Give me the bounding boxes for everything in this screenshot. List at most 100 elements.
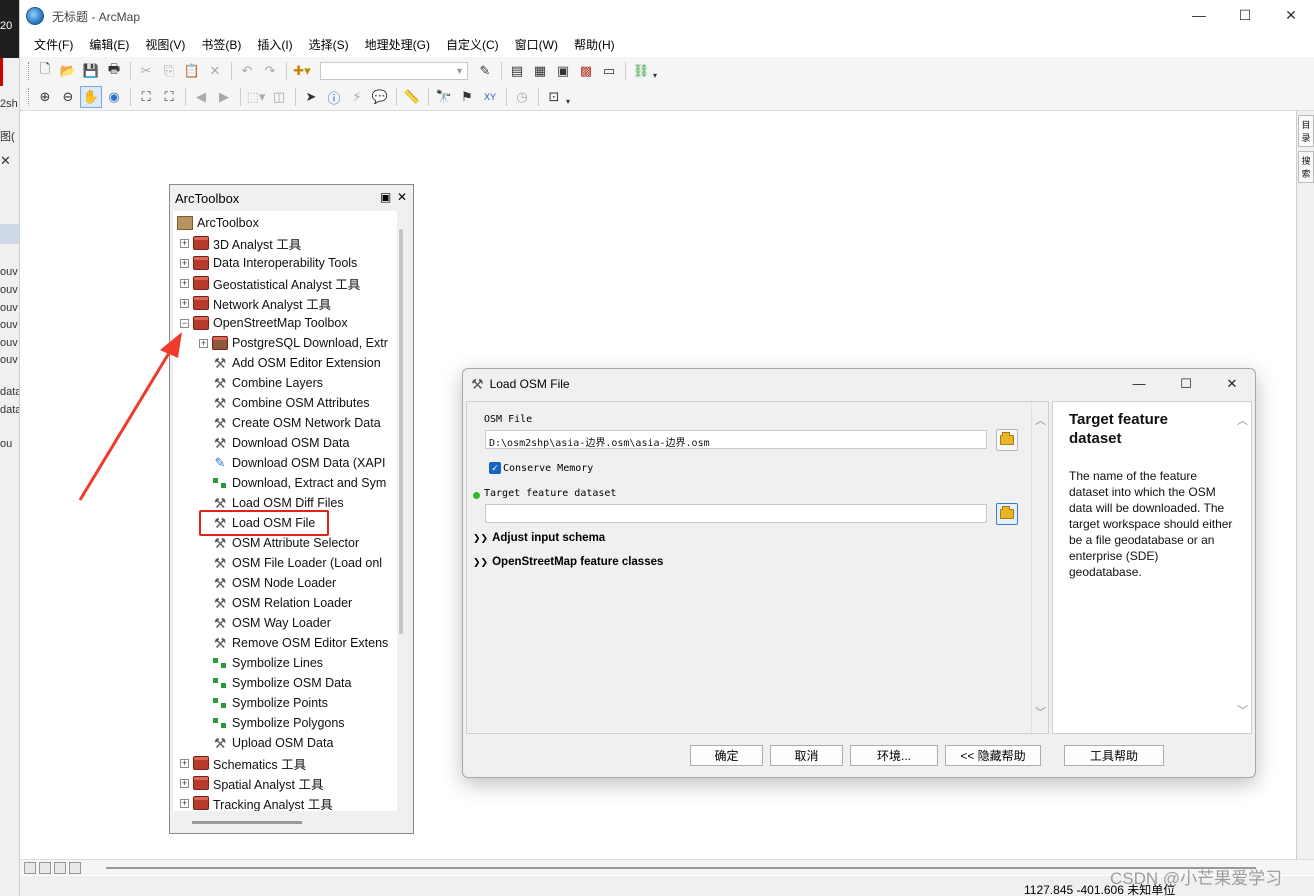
tree-item[interactable]: + Tracking Analyst 工具 [180,793,333,811]
help-scrollbar[interactable]: ︿ ﹀ [1234,402,1251,733]
expand-icon[interactable]: + [180,298,189,308]
pause-drawing-icon[interactable] [69,861,81,874]
scroll-up-icon[interactable]: ︿ [1035,412,1046,428]
tree-item[interactable]: + PostgreSQL Download, Extr [199,333,388,353]
tree-item[interactable]: ⚒ Combine OSM Attributes [199,393,370,413]
dialog-minimize-button[interactable]: — [1124,373,1154,395]
ok-button[interactable]: 确定 [690,745,763,766]
tree-vertical-scrollbar[interactable] [399,229,403,634]
menu-windows[interactable]: 窗口(W) [507,36,566,53]
menu-geoprocessing[interactable]: 地理处理(G) [357,36,438,53]
tree-item[interactable]: ⚒ Combine Layers [199,373,323,393]
expand-icon[interactable]: + [180,778,189,788]
html-popup-icon[interactable]: 💬 [369,86,391,108]
conserve-memory-checkbox[interactable]: ✓ [489,462,501,474]
zoom-in-icon[interactable]: ⊕ [34,86,56,108]
find-route-icon[interactable]: ⚑ [456,86,478,108]
tree-item[interactable]: ⚒ Add OSM Editor Extension [199,353,381,373]
tree-item[interactable]: ⚒ OSM Node Loader [199,573,337,593]
tree-item[interactable]: + Data Interoperability Tools [180,253,357,273]
cut-icon[interactable]: ✂ [135,60,157,82]
paste-icon[interactable]: 📋 [181,60,203,82]
forward-extent-icon[interactable]: ▶ [213,86,235,108]
toolbar-options-icon[interactable]: ▾ [653,62,663,80]
clear-selection-icon[interactable]: ◫ [268,86,290,108]
dialog-close-button[interactable]: ✕ [1217,373,1247,395]
undo-icon[interactable]: ↶ [236,60,258,82]
expand-icon[interactable]: + [180,238,189,248]
menu-selection[interactable]: 选择(S) [301,36,357,53]
tree-item[interactable]: +3D Analyst 工具 [180,233,301,253]
menu-view[interactable]: 视图(V) [137,36,193,53]
tree-item[interactable]: Symbolize Lines [199,653,323,673]
measure-icon[interactable]: 📏 [401,86,423,108]
find-icon[interactable]: 🔭 [433,86,455,108]
float-window-icon[interactable]: ▣ [380,190,391,204]
tree-item[interactable]: ⚒ Remove OSM Editor Extens [199,633,389,653]
menu-edit[interactable]: 编辑(E) [81,36,137,53]
scroll-up-icon[interactable]: ︿ [1237,412,1248,428]
new-document-icon[interactable]: 🗋 [34,60,56,82]
tree-item[interactable]: Symbolize OSM Data [199,673,351,693]
fixed-zoom-out-icon[interactable]: ⛶ [158,86,180,108]
tree-item[interactable]: ⚒ Upload OSM Data [199,733,334,753]
minimize-button[interactable]: — [1176,0,1222,30]
tree-item[interactable]: ⚒ OSM Relation Loader [199,593,352,613]
zoom-out-icon[interactable]: ⊖ [57,86,79,108]
full-extent-icon[interactable]: ◉ [103,86,125,108]
viewer-window-icon[interactable]: ⊡ [543,86,565,108]
osm-file-browse-button[interactable] [996,429,1018,451]
data-view-icon[interactable] [24,861,36,874]
tree-item[interactable]: ⚒ OSM Attribute Selector [199,533,359,553]
menu-insert[interactable]: 插入(I) [249,36,300,53]
select-features-icon[interactable]: ⬚▾ [245,86,267,108]
select-elements-icon[interactable]: ➤ [300,86,322,108]
menu-customize[interactable]: 自定义(C) [438,36,507,53]
print-icon[interactable]: 🖶 [103,60,125,82]
tree-item[interactable]: + Geostatistical Analyst 工具 [180,273,360,293]
search-tab[interactable]: 搜索 [1298,151,1314,183]
editor-toolbar-icon[interactable]: ✎ [474,60,496,82]
maximize-button[interactable]: ☐ [1222,0,1268,30]
fixed-zoom-in-icon[interactable]: ⛶ [135,86,157,108]
refresh-icon[interactable] [54,861,66,874]
tree-item[interactable]: Symbolize Polygons [199,713,345,733]
menu-file[interactable]: 文件(F) [26,36,81,53]
menu-help[interactable]: 帮助(H) [566,36,623,53]
close-button[interactable]: ✕ [1268,0,1314,30]
dialog-maximize-button[interactable]: ☐ [1171,373,1201,395]
tree-root[interactable]: ArcToolbox [177,213,259,233]
add-data-icon[interactable]: ✚▾ [291,60,313,82]
cancel-button[interactable]: 取消 [770,745,843,766]
tree-item[interactable]: + Schematics 工具 [180,753,306,773]
save-icon[interactable]: 💾 [80,60,102,82]
search-window-icon[interactable]: ▣ [552,60,574,82]
environments-button[interactable]: 环境... [850,745,938,766]
tree-item[interactable]: ⚒ OSM File Loader (Load onl [199,553,382,573]
catalog-tab[interactable]: 目录 [1298,115,1314,147]
model-builder-icon[interactable]: ⛓ [630,60,652,82]
scroll-down-icon[interactable]: ﹀ [1035,704,1046,720]
tree-item[interactable]: − OpenStreetMap Toolbox [180,313,348,333]
tree-item[interactable]: + Spatial Analyst 工具 [180,773,323,793]
expand-icon[interactable]: + [180,758,189,768]
hide-help-button[interactable]: << 隐藏帮助 [945,745,1041,766]
menu-bookmarks[interactable]: 书签(B) [193,36,249,53]
copy-icon[interactable]: ⎘ [158,60,180,82]
tree-item[interactable]: ⚒ Download OSM Data [199,433,350,453]
expand-icon[interactable]: + [180,278,189,288]
target-dataset-input[interactable] [485,504,987,523]
expand-icon[interactable]: + [180,798,189,808]
delete-icon[interactable]: ✕ [204,60,226,82]
tree-item[interactable]: ⚒ OSM Way Loader [199,613,331,633]
hyperlink-icon[interactable]: ⚡ [346,86,368,108]
layout-view-icon[interactable] [39,861,51,874]
expand-icon[interactable]: + [180,258,189,268]
table-of-contents-icon[interactable]: ▤ [506,60,528,82]
tree-item[interactable]: ⚒ Create OSM Network Data [199,413,381,433]
go-to-xy-icon[interactable]: XY [479,86,501,108]
close-panel-icon[interactable]: ✕ [397,190,407,204]
arctoolbox-window-icon[interactable]: ▩ [575,60,597,82]
map-scale-combo[interactable]: ▼ [320,61,468,80]
catalog-window-icon[interactable]: ▦ [529,60,551,82]
